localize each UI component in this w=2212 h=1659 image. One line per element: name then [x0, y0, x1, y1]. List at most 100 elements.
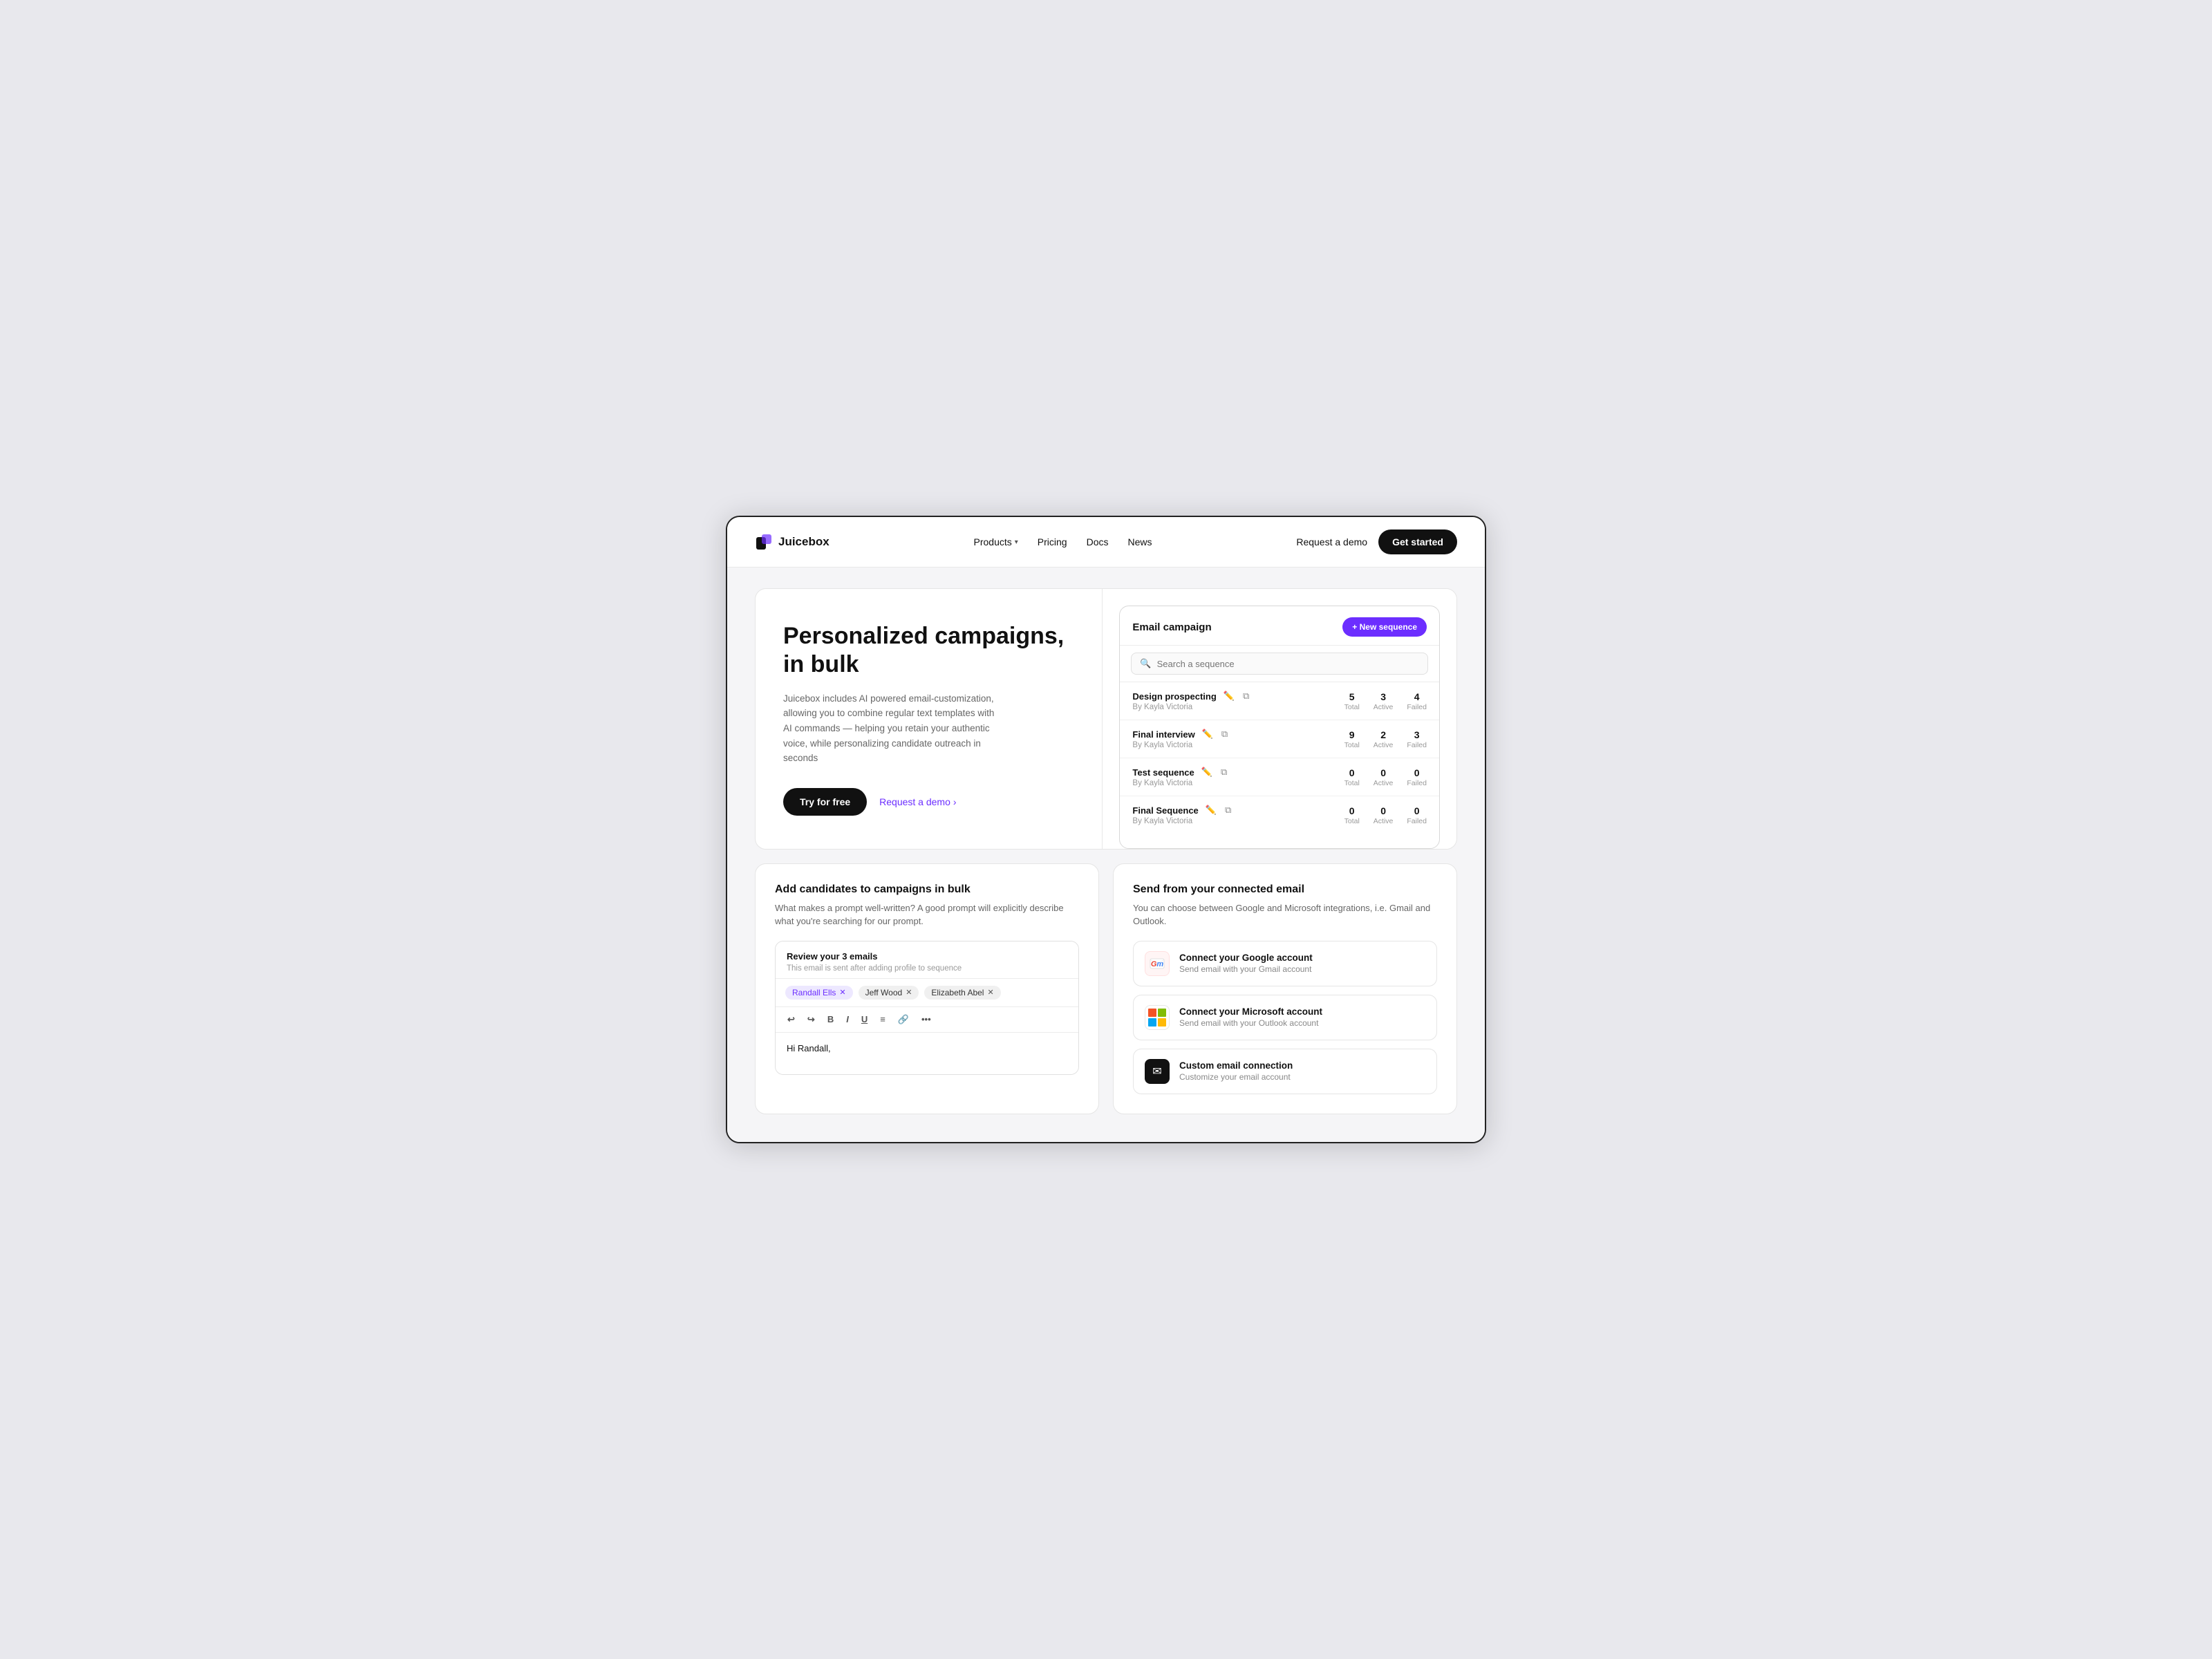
- stat-failed-value: 4: [1414, 691, 1420, 702]
- stat-active: 2 Active: [1374, 729, 1394, 749]
- tag-plain: Elizabeth Abel✕: [924, 986, 1000, 1000]
- stat-active-value: 0: [1380, 767, 1386, 778]
- integration-name: Custom email connection: [1179, 1060, 1293, 1071]
- browser-window: Juicebox Products ▾ Pricing Docs News Re…: [726, 516, 1486, 1143]
- compose-tags: Randall Ells✕Jeff Wood✕Elizabeth Abel✕: [776, 979, 1078, 1007]
- integration-custom[interactable]: ✉ Custom email connection Customize your…: [1133, 1049, 1437, 1094]
- stat-total-value: 5: [1349, 691, 1355, 702]
- campaign-row-by: By Kayla Victoria: [1132, 817, 1344, 825]
- logo: Juicebox: [755, 533, 830, 551]
- underline-button[interactable]: U: [859, 1013, 870, 1026]
- stat-total: 9 Total: [1344, 729, 1360, 749]
- email-card: Send from your connected email You can c…: [1113, 863, 1457, 1114]
- integration-microsoft[interactable]: Connect your Microsoft account Send emai…: [1133, 995, 1437, 1040]
- campaign-row-info: Design prospecting ✏️ ⧉ By Kayla Victori…: [1132, 691, 1344, 711]
- copy-icon[interactable]: ⧉: [1241, 691, 1250, 702]
- chevron-down-icon: ▾: [1015, 538, 1018, 546]
- stat-active-label: Active: [1374, 779, 1394, 787]
- bold-button[interactable]: B: [825, 1013, 836, 1026]
- copy-icon[interactable]: ⧉: [1220, 729, 1229, 740]
- compose-subtext: This email is sent after adding profile …: [787, 964, 1067, 973]
- edit-icon[interactable]: ✏️: [1200, 767, 1214, 778]
- tag-label: Jeff Wood: [865, 988, 903, 997]
- candidates-card-desc: What makes a prompt well-written? A good…: [775, 901, 1079, 928]
- stat-active-label: Active: [1374, 817, 1394, 825]
- stat-failed-value: 0: [1414, 805, 1420, 816]
- redo-button[interactable]: ↪: [805, 1013, 817, 1027]
- email-card-title: Send from your connected email: [1133, 883, 1437, 896]
- nav-pricing[interactable]: Pricing: [1038, 536, 1067, 547]
- edit-icon[interactable]: ✏️: [1204, 805, 1218, 816]
- search-input[interactable]: [1157, 659, 1419, 669]
- gmail-icon: Gm: [1145, 951, 1170, 976]
- nav-actions: Request a demo Get started: [1296, 529, 1457, 554]
- more-button[interactable]: •••: [919, 1013, 933, 1026]
- compose-body-text: Hi Randall,: [787, 1043, 831, 1053]
- tag-label: Randall Ells: [792, 988, 836, 997]
- campaign-row-stats: 0 Total 0 Active 0 Failed: [1344, 767, 1427, 787]
- svg-text:Gm: Gm: [1151, 960, 1164, 968]
- bottom-section: Add candidates to campaigns in bulk What…: [755, 863, 1457, 1114]
- list-button[interactable]: ≡: [878, 1013, 888, 1026]
- campaign-title: Email campaign: [1132, 621, 1211, 633]
- nav-products[interactable]: Products ▾: [974, 536, 1018, 547]
- candidates-card-title: Add candidates to campaigns in bulk: [775, 883, 1079, 896]
- stat-active-value: 2: [1380, 729, 1386, 740]
- hero-right: Email campaign + New sequence 🔍 Design p…: [1102, 589, 1456, 849]
- stat-failed-label: Failed: [1407, 703, 1427, 711]
- campaign-row: Final interview ✏️ ⧉ By Kayla Victoria 9…: [1120, 720, 1439, 758]
- integration-google[interactable]: Gm Connect your Google account Send emai…: [1133, 941, 1437, 986]
- italic-button[interactable]: I: [844, 1013, 851, 1026]
- integration-name: Connect your Google account: [1179, 953, 1313, 963]
- copy-icon[interactable]: ⧉: [1224, 805, 1232, 816]
- campaign-row-stats: 0 Total 0 Active 0 Failed: [1344, 805, 1427, 825]
- tag-remove-icon[interactable]: ✕: [987, 988, 993, 997]
- integration-desc: Customize your email account: [1179, 1072, 1293, 1082]
- stat-active: 0 Active: [1374, 767, 1394, 787]
- stat-active-value: 0: [1380, 805, 1386, 816]
- stat-total: 5 Total: [1344, 691, 1360, 711]
- campaign-row-stats: 9 Total 2 Active 3 Failed: [1344, 729, 1427, 749]
- edit-icon[interactable]: ✏️: [1201, 729, 1215, 740]
- campaign-header: Email campaign + New sequence: [1120, 606, 1439, 646]
- nav-request-demo[interactable]: Request a demo: [1296, 536, 1367, 547]
- tag-plain: Jeff Wood✕: [859, 986, 919, 1000]
- stat-total-label: Total: [1344, 703, 1360, 711]
- page-content: Personalized campaigns, in bulk Juicebox…: [727, 568, 1485, 1142]
- hero-description: Juicebox includes AI powered email-custo…: [783, 691, 1004, 766]
- compose-toolbar: ↩ ↪ B I U ≡ 🔗 •••: [776, 1007, 1078, 1033]
- tag-remove-icon[interactable]: ✕: [906, 988, 912, 997]
- email-compose-box: Review your 3 emails This email is sent …: [775, 941, 1079, 1075]
- campaign-row: Test sequence ✏️ ⧉ By Kayla Victoria 0 T…: [1120, 758, 1439, 796]
- compose-header: Review your 3 emails This email is sent …: [776, 941, 1078, 979]
- campaign-row-info: Test sequence ✏️ ⧉ By Kayla Victoria: [1132, 767, 1344, 787]
- stat-total-value: 0: [1349, 805, 1355, 816]
- new-sequence-button[interactable]: + New sequence: [1342, 617, 1427, 637]
- edit-icon[interactable]: ✏️: [1222, 691, 1236, 702]
- stat-failed-label: Failed: [1407, 817, 1427, 825]
- copy-icon[interactable]: ⧉: [1219, 767, 1228, 778]
- nav-docs[interactable]: Docs: [1087, 536, 1109, 547]
- nav-news[interactable]: News: [1128, 536, 1152, 547]
- hero-title: Personalized campaigns, in bulk: [783, 622, 1074, 679]
- integration-info: Connect your Google account Send email w…: [1179, 953, 1313, 974]
- stat-failed-value: 0: [1414, 767, 1420, 778]
- candidates-card: Add candidates to campaigns in bulk What…: [755, 863, 1099, 1114]
- brand-name: Juicebox: [778, 535, 830, 549]
- undo-button[interactable]: ↩: [785, 1013, 797, 1027]
- stat-active-label: Active: [1374, 703, 1394, 711]
- hero-section: Personalized campaigns, in bulk Juicebox…: [755, 588, 1457, 850]
- integration-info: Connect your Microsoft account Send emai…: [1179, 1006, 1322, 1028]
- campaign-row: Design prospecting ✏️ ⧉ By Kayla Victori…: [1120, 682, 1439, 720]
- link-button[interactable]: 🔗: [896, 1013, 911, 1027]
- request-demo-button[interactable]: Request a demo ›: [879, 796, 956, 807]
- try-free-button[interactable]: Try for free: [783, 788, 867, 816]
- get-started-button[interactable]: Get started: [1378, 529, 1457, 554]
- stat-failed-label: Failed: [1407, 741, 1427, 749]
- integration-desc: Send email with your Gmail account: [1179, 964, 1313, 974]
- tag-remove-icon[interactable]: ✕: [839, 988, 845, 997]
- compose-body[interactable]: Hi Randall,: [776, 1033, 1078, 1074]
- tag-purple: Randall Ells✕: [785, 986, 853, 1000]
- email-card-desc: You can choose between Google and Micros…: [1133, 901, 1437, 928]
- stat-total-value: 0: [1349, 767, 1355, 778]
